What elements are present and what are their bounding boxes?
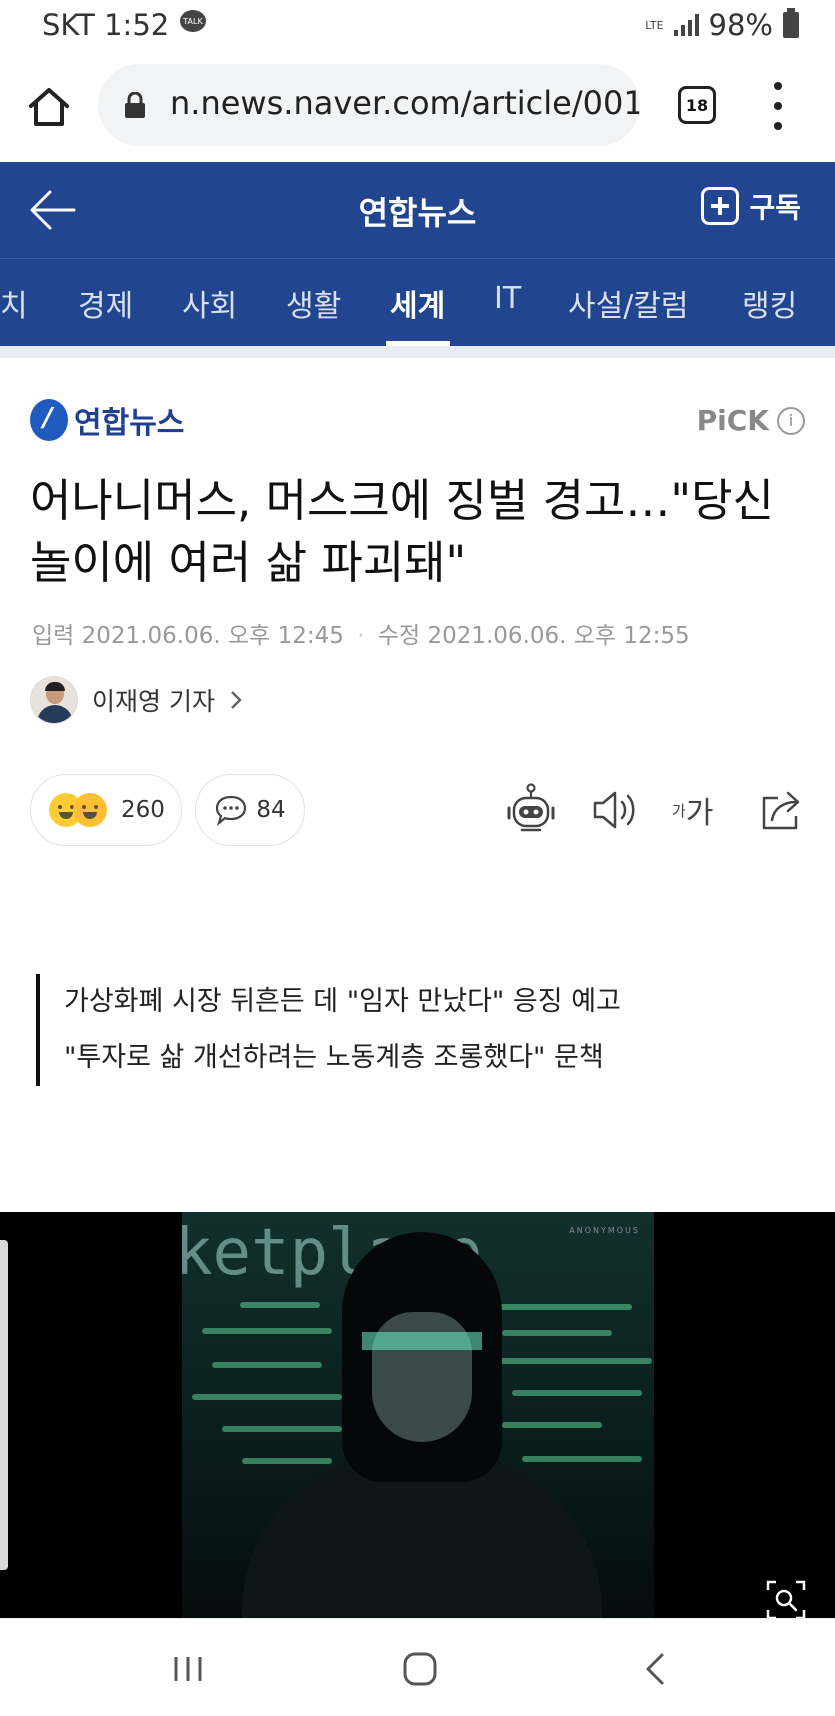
press-logo[interactable]: 연합뉴스 [30,398,184,442]
reaction-button[interactable]: 260 [30,774,182,846]
font-size-small-label: 가 [672,801,686,820]
nav-item-life[interactable]: 생활 [286,281,341,325]
author-name: 이재영 기자 [92,687,215,716]
pick-badge[interactable]: PiCK i [697,404,805,437]
meta-separator: · [357,623,365,649]
comment-icon [216,795,247,826]
status-indicators: LTE 98% [645,8,799,42]
more-options-icon[interactable] [768,82,788,130]
section-nav: 치 경제 사회 생활 세계 IT 사설/칼럼 랭킹 [0,258,835,346]
published-label: 입력 [32,623,75,649]
nav-item-opinion[interactable]: 사설/칼럼 [568,281,689,325]
edge-panel-handle[interactable] [0,1240,8,1570]
nav-item-society[interactable]: 사회 [182,281,237,325]
chevron-right-icon [231,691,242,709]
home-icon[interactable] [26,84,72,130]
browser-toolbar: n.news.naver.com/article/001/0 18 [0,54,835,162]
modified-label: 수정 [377,623,421,649]
author-link[interactable]: 이재영 기자 [30,676,243,724]
comment-button[interactable]: 84 [195,774,305,846]
system-navigation-bar [0,1618,835,1716]
font-size-large-label: 가 [685,796,714,831]
press-name: 연합뉴스 [74,406,185,441]
robot-summary-icon[interactable] [506,782,556,838]
lock-icon [125,92,145,118]
battery-percent: 98% [708,8,773,42]
comment-count: 84 [256,797,286,823]
kakaotalk-notification-icon: TALK [180,10,206,32]
published-date: 2021.06.06. 오후 12:45 [81,623,344,649]
nav-item-economy[interactable]: 경제 [78,281,133,325]
battery-icon [783,8,799,38]
lte-icon: LTE [645,18,664,32]
carrier-time: SKT 1:52 [42,8,170,42]
modified-date: 2021.06.06. 오후 12:55 [427,623,690,649]
plus-icon [701,187,740,225]
summary-line: "투자로 삶 개선하려는 노동계층 조롱했다" 문책 [64,1042,604,1073]
recent-apps-icon[interactable] [168,1649,208,1689]
zoom-image-icon[interactable] [766,1580,806,1620]
share-icon[interactable] [758,782,808,838]
article-photo[interactable]: ketplace ANONYMOUS [182,1212,654,1618]
home-nav-icon[interactable] [400,1649,440,1689]
photo-brand-text: ANONYMOUS [569,1226,640,1235]
nav-divider [0,346,835,358]
press-logo-icon [30,399,68,441]
press-header: 연합뉴스 구독 [0,162,835,258]
speaker-tts-icon[interactable] [590,782,640,838]
nav-item-it[interactable]: IT [494,281,521,316]
reaction-count: 260 [121,797,165,823]
nav-item-politics[interactable]: 치 [0,281,28,325]
font-size-button[interactable]: 가 가 [672,782,728,838]
address-bar[interactable]: n.news.naver.com/article/001/0 [98,64,640,146]
author-avatar [30,676,78,724]
article-headline: 어나니머스, 머스크에 징벌 경고…"당신 놀이에 여러 삶 파괴돼" [30,474,774,589]
subscribe-button[interactable]: 구독 [701,186,801,226]
article-photo-container: ketplace ANONYMOUS [0,1212,835,1618]
info-icon[interactable]: i [777,406,805,435]
phone-screen: SKT 1:52 TALK LTE 98% n.news.naver.com/a… [0,0,835,1716]
pick-label: PiCK [696,404,769,437]
tab-switcher-button[interactable]: 18 [678,86,716,124]
article-summary: 가상화폐 시장 뒤흔든 데 "임자 만났다" 응징 예고 "투자로 삶 개선하려… [36,974,621,1086]
article-dates: 입력 2021.06.06. 오후 12:45 · 수정 2021.06.06.… [32,616,690,650]
signal-icon [673,14,699,36]
subscribe-label: 구독 [749,191,801,224]
sad-emoji-icon [73,793,107,827]
nav-item-ranking[interactable]: 랭킹 [742,281,797,325]
back-nav-icon[interactable] [636,1649,676,1689]
summary-line: 가상화폐 시장 뒤흔든 데 "임자 만났다" 응징 예고 [64,986,621,1017]
status-bar: SKT 1:52 TALK LTE 98% [0,0,835,54]
nav-item-world[interactable]: 세계 [390,281,445,325]
url-text: n.news.naver.com/article/001/0 [170,84,640,122]
